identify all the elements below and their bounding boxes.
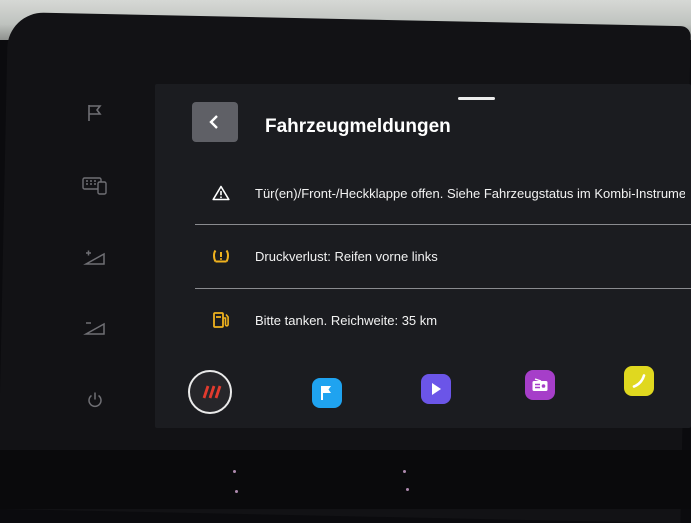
back-button[interactable]: [192, 102, 238, 142]
message-item-tire-pressure[interactable]: Druckverlust: Reifen vorne links: [195, 226, 691, 286]
ambient-light-reflection: [233, 470, 236, 473]
infotainment-screen: Fahrzeugmeldungen Tür(en)/Front-/Heckkla…: [155, 84, 691, 428]
message-text: Bitte tanken. Reichweite: 35 km: [255, 312, 438, 328]
phone-app-button[interactable]: [624, 366, 654, 396]
fuel-pump-icon: [201, 311, 241, 329]
ambient-light-reflection: [235, 490, 238, 493]
ambient-light-reflection: [403, 470, 406, 473]
home-menu-button[interactable]: [188, 370, 232, 414]
radio-app-button[interactable]: [525, 370, 555, 400]
flag-hardkey[interactable]: [80, 98, 110, 128]
navigation-app-button[interactable]: [312, 378, 342, 408]
brightness-down-icon: [83, 322, 105, 335]
drag-handle[interactable]: [458, 97, 495, 100]
warning-triangle-icon: [201, 185, 241, 201]
media-play-icon: [432, 383, 441, 395]
navigation-flag-icon: [321, 386, 331, 400]
page-title: Fahrzeugmeldungen: [265, 116, 451, 137]
keyboard-hardkey[interactable]: [80, 170, 110, 200]
divider: [195, 288, 691, 289]
message-item-door-open[interactable]: Tür(en)/Front-/Heckklappe offen. Siehe F…: [195, 163, 691, 223]
brightness-up-icon: [83, 250, 105, 265]
message-text: Druckverlust: Reifen vorne links: [255, 248, 438, 264]
divider: [195, 224, 691, 225]
home-menu-icon: [202, 385, 222, 399]
keyboard-phone-icon: [82, 177, 107, 195]
power-icon: [88, 392, 102, 408]
ambient-light-reflection: [406, 488, 409, 491]
tire-pressure-icon: [201, 248, 241, 264]
phone-icon: [632, 374, 646, 388]
message-item-low-fuel[interactable]: Bitte tanken. Reichweite: 35 km: [195, 290, 691, 350]
brightness-down-hardkey[interactable]: [80, 313, 110, 343]
radio-icon: [532, 378, 548, 391]
message-text: Tür(en)/Front-/Heckklappe offen. Siehe F…: [255, 185, 685, 201]
media-app-button[interactable]: [421, 374, 451, 404]
dashboard-trim: [0, 450, 691, 509]
power-hardkey[interactable]: [80, 385, 110, 415]
chevron-left-icon: [209, 115, 218, 129]
brightness-up-hardkey[interactable]: [80, 243, 110, 273]
app-dock: [155, 356, 691, 428]
flag-icon: [88, 105, 102, 121]
